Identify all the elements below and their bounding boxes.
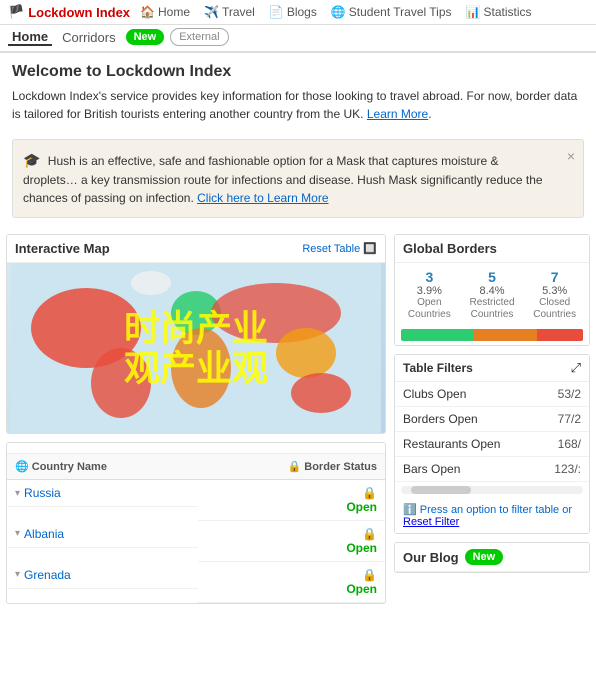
- nav-statistics[interactable]: 📊 Statistics: [466, 5, 532, 19]
- status-russia: 🔒 Open: [198, 480, 385, 521]
- col-country-name: 🌐 Country Name: [7, 454, 198, 480]
- subnav-corridors[interactable]: Corridors: [58, 30, 119, 45]
- blog-section: Our Blog New: [394, 542, 590, 573]
- filters-section: Table Filters ⤢ Clubs Open 53/2 Borders …: [394, 354, 590, 534]
- brand-name: Lockdown Index: [28, 5, 130, 20]
- bar-orange: [474, 329, 538, 341]
- global-borders-bar: [401, 329, 583, 341]
- table-header: [7, 443, 385, 454]
- lock-col-icon: 🔒: [287, 461, 301, 473]
- map-header: Interactive Map Reset Table 🔲: [7, 235, 385, 263]
- filter-bars-open[interactable]: Bars Open 123/:: [395, 457, 589, 482]
- brand[interactable]: 🏴 Lockdown Index: [8, 4, 130, 20]
- status-albania: 🔒 Open: [198, 521, 385, 562]
- right-panel: Global Borders 3 3.9% Open Countries 5 8…: [386, 234, 590, 604]
- table-row[interactable]: ▾ Albania 🔒 Open: [7, 521, 385, 562]
- lock-icon: 🔒: [206, 568, 377, 582]
- welcome-title: Welcome to Lockdown Index: [12, 63, 584, 81]
- stat-open: 3 3.9% Open Countries: [399, 269, 460, 321]
- table-section: 🌐 Country Name 🔒 Border Status ▾ Rus: [6, 442, 386, 604]
- stat-closed: 7 5.3% Closed Countries: [524, 269, 585, 321]
- welcome-section: Welcome to Lockdown Index Lockdown Index…: [0, 53, 596, 131]
- world-map-svg: [7, 263, 385, 433]
- countries-table: 🌐 Country Name 🔒 Border Status ▾ Rus: [7, 454, 385, 603]
- left-panel: Interactive Map Reset Table 🔲: [6, 234, 386, 604]
- badge-external[interactable]: External: [170, 28, 228, 46]
- filter-scrollbar[interactable]: [401, 486, 583, 494]
- country-grenada[interactable]: ▾ Grenada: [7, 562, 198, 589]
- bar-green: [401, 329, 474, 341]
- main-content: Interactive Map Reset Table 🔲: [0, 226, 596, 612]
- filter-restaurants-open[interactable]: Restaurants Open 168/: [395, 432, 589, 457]
- table-column-headers: 🌐 Country Name 🔒 Border Status: [7, 454, 385, 480]
- table-row[interactable]: ▾ Grenada 🔒 Open: [7, 562, 385, 603]
- map-placeholder: 时尚产业观产业观: [7, 263, 385, 433]
- info-icon: ℹ️: [403, 504, 417, 516]
- info-box-icon: 🎓: [23, 152, 40, 168]
- stats-icon: 📊: [466, 5, 481, 19]
- blog-header: Our Blog New: [395, 543, 589, 572]
- map-section: Interactive Map Reset Table 🔲: [6, 234, 386, 434]
- info-box-link[interactable]: Click here to Learn More: [197, 191, 328, 205]
- country-russia[interactable]: ▾ Russia: [7, 480, 198, 507]
- nav-links: 🏠 Home ✈️ Travel 📄 Blogs 🌐 Student Trave…: [140, 5, 588, 19]
- nav-blogs[interactable]: 📄 Blogs: [269, 5, 317, 19]
- welcome-text: Lockdown Index's service provides key in…: [12, 87, 584, 123]
- reset-table-btn[interactable]: Reset Table 🔲: [302, 242, 377, 255]
- home-icon: 🏠: [140, 5, 155, 19]
- blogs-icon: 📄: [269, 5, 284, 19]
- nav-home[interactable]: 🏠 Home: [140, 5, 190, 19]
- filter-note: ℹ️ Press an option to filter table or Re…: [395, 498, 589, 533]
- learn-more-link[interactable]: Learn More: [367, 107, 428, 121]
- global-borders-stats: 3 3.9% Open Countries 5 8.4% Restricted …: [395, 263, 589, 325]
- blog-badge-new: New: [465, 549, 504, 565]
- filter-clubs-open[interactable]: Clubs Open 53/2: [395, 382, 589, 407]
- chevron-icon: ▾: [15, 569, 20, 580]
- expand-filters-icon[interactable]: ⤢: [571, 360, 581, 376]
- lock-icon: 🔒: [206, 527, 377, 541]
- filters-title: Table Filters: [403, 361, 473, 375]
- info-box: × 🎓 Hush is an effective, safe and fashi…: [12, 139, 584, 218]
- nav-travel[interactable]: ✈️ Travel: [204, 5, 255, 19]
- global-borders: Global Borders 3 3.9% Open Countries 5 8…: [394, 234, 590, 346]
- sub-nav: Home Corridors New External: [0, 25, 596, 53]
- table-row[interactable]: ▾ Russia 🔒 Open: [7, 480, 385, 521]
- map-title: Interactive Map: [15, 241, 110, 256]
- filters-header: Table Filters ⤢: [395, 355, 589, 382]
- global-borders-title: Global Borders: [395, 235, 589, 263]
- subnav-home[interactable]: Home: [8, 29, 52, 46]
- lock-icon: 🔒: [206, 486, 377, 500]
- status-grenada: 🔒 Open: [198, 562, 385, 603]
- scrollbar-thumb: [411, 486, 471, 494]
- globe-icon: 🌐: [331, 5, 346, 19]
- chevron-icon: ▾: [15, 528, 20, 539]
- travel-icon: ✈️: [204, 5, 219, 19]
- reset-filter-link[interactable]: Reset Filter: [403, 516, 459, 528]
- country-albania[interactable]: ▾ Albania: [7, 521, 198, 548]
- blog-title: Our Blog: [403, 550, 459, 565]
- bar-red: [537, 329, 583, 341]
- col-border-status: 🔒 Border Status: [198, 454, 385, 480]
- nav-student-travel[interactable]: 🌐 Student Travel Tips: [331, 5, 452, 19]
- chevron-icon: ▾: [15, 488, 20, 499]
- map-body[interactable]: 时尚产业观产业观: [7, 263, 385, 433]
- brand-flag: 🏴: [8, 4, 24, 20]
- top-nav: 🏴 Lockdown Index 🏠 Home ✈️ Travel 📄 Blog…: [0, 0, 596, 53]
- close-icon[interactable]: ×: [567, 146, 575, 167]
- filter-borders-open[interactable]: Borders Open 77/2: [395, 407, 589, 432]
- badge-new[interactable]: New: [126, 29, 165, 45]
- stat-restricted: 5 8.4% Restricted Countries: [462, 269, 523, 321]
- globe-col-icon: 🌐: [15, 461, 29, 473]
